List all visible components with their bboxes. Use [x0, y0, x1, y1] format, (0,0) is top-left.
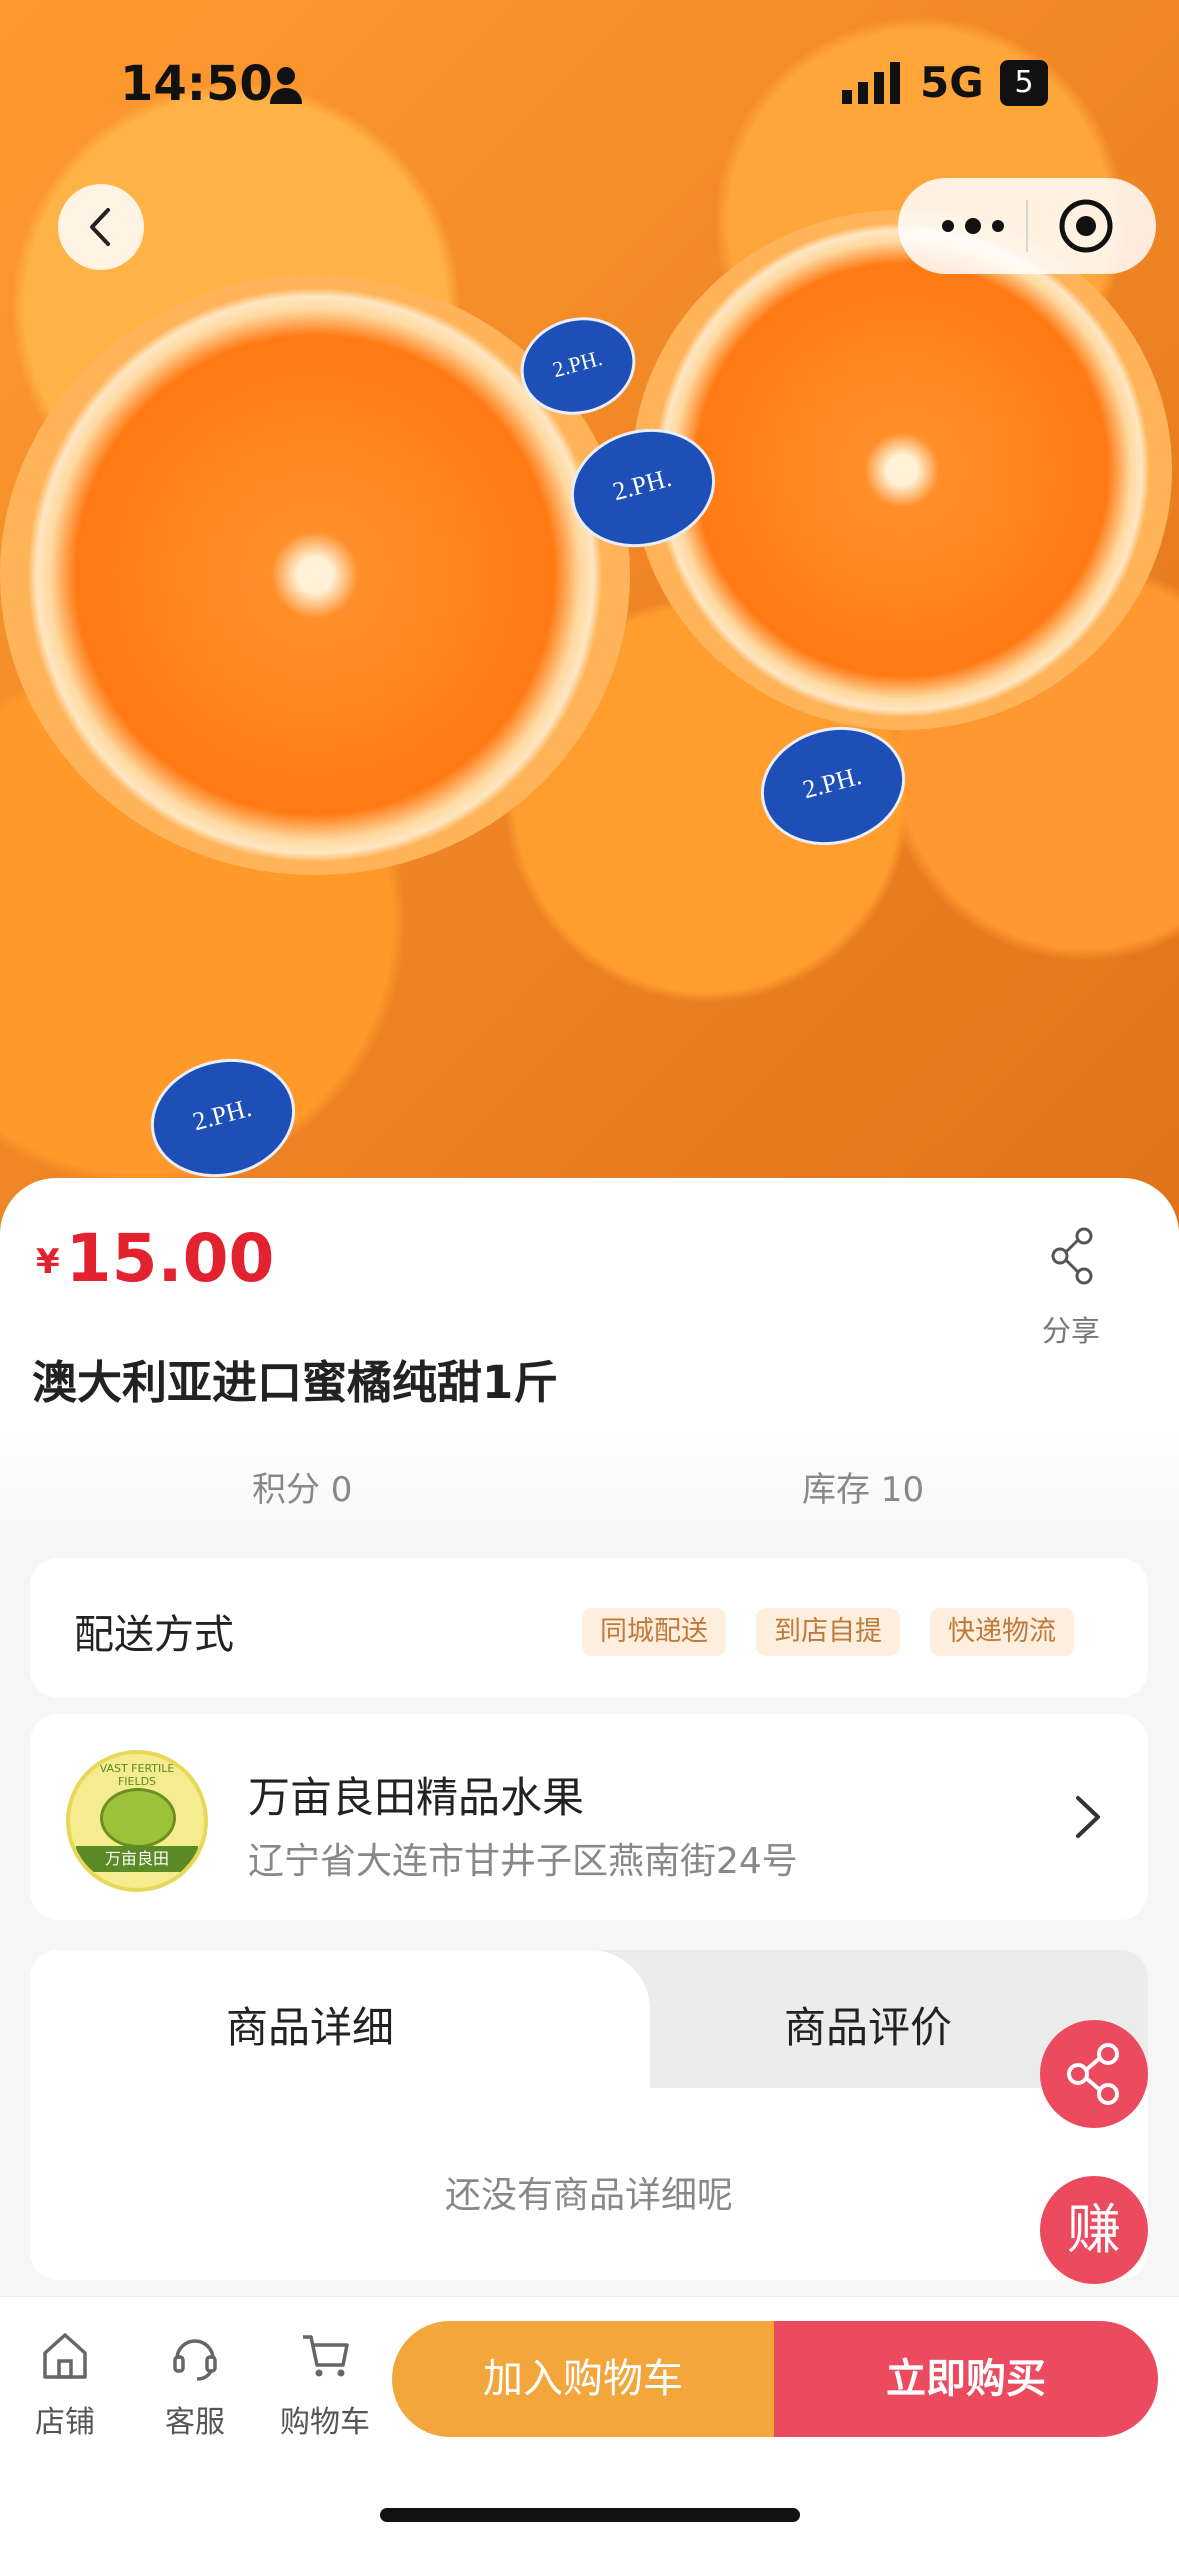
nav-service[interactable]: 客服: [140, 2327, 250, 2441]
share-label[interactable]: 分享: [1042, 1308, 1100, 1350]
nav-cart-label: 购物车: [280, 2405, 370, 2440]
product-title: 澳大利亚进口蜜橘纯甜1斤: [32, 1356, 559, 1409]
nav-cart[interactable]: 购物车: [270, 2327, 380, 2441]
home-icon: [43, 2333, 87, 2379]
person-icon: [270, 67, 302, 104]
back-button[interactable]: [58, 184, 144, 270]
floating-earn-button[interactable]: 赚: [1040, 2176, 1148, 2284]
signal-icon: [842, 62, 900, 104]
nav-service-label: 客服: [165, 2405, 225, 2440]
network-label: 5G: [920, 58, 984, 107]
store-logo-arc-text: VAST FERTILE FIELDS: [99, 1762, 175, 1788]
delivery-card: 配送方式 同城配送 到店自提 快递物流: [30, 1558, 1148, 1698]
store-card[interactable]: VAST FERTILE FIELDS 万亩良田 万亩良田精品水果 辽宁省大连市…: [30, 1714, 1148, 1920]
cart-icon: [303, 2335, 349, 2377]
store-logo: VAST FERTILE FIELDS 万亩良田: [66, 1750, 208, 1892]
headset-icon: [173, 2339, 217, 2381]
store-address: 辽宁省大连市甘井子区燕南街24号: [248, 1841, 798, 1882]
points-label: 积分 0: [252, 1470, 353, 1510]
durian-icon: [100, 1788, 176, 1848]
delivery-option-pickup[interactable]: 到店自提: [756, 1608, 900, 1656]
empty-detail-text: 还没有商品详细呢: [444, 2175, 733, 2216]
tab-reviews[interactable]: 商品评价: [784, 1994, 952, 2055]
delivery-option-local[interactable]: 同城配送: [582, 1608, 726, 1656]
close-target-icon[interactable]: [1058, 198, 1114, 254]
status-time: 14:50: [120, 56, 273, 112]
floating-share-button[interactable]: [1040, 2020, 1148, 2128]
delivery-option-express[interactable]: 快递物流: [930, 1608, 1074, 1656]
nav-store-label: 店铺: [35, 2405, 95, 2440]
chevron-left-icon: [90, 208, 110, 246]
mini-program-capsule: [898, 178, 1156, 274]
nav-store[interactable]: 店铺: [10, 2327, 120, 2441]
product-price: ¥15.00: [36, 1220, 274, 1297]
chevron-right-icon: [1076, 1796, 1100, 1838]
fruit-sticker: 2.PH.: [137, 1043, 309, 1193]
delivery-label: 配送方式: [74, 1612, 234, 1658]
buy-now-button[interactable]: 立即购买: [774, 2321, 1158, 2437]
capsule-divider: [1026, 200, 1028, 252]
share-icon: [1067, 2043, 1119, 2105]
price-value: 15.00: [65, 1220, 275, 1297]
detail-card: 商品详细 商品评价 还没有商品详细呢: [30, 1950, 1148, 2280]
stock-label: 库存 10: [802, 1470, 925, 1510]
home-indicator[interactable]: [380, 2508, 800, 2522]
store-name: 万亩良田精品水果: [248, 1773, 585, 1822]
tab-details[interactable]: 商品详细: [226, 1994, 394, 2055]
fruit-sticker: 2.PH.: [747, 711, 919, 861]
add-to-cart-button[interactable]: 加入购物车: [392, 2321, 774, 2437]
currency-symbol: ¥: [36, 1242, 60, 1282]
share-icon[interactable]: [1040, 1226, 1106, 1286]
store-logo-text: 万亩良田: [76, 1846, 198, 1872]
more-icon[interactable]: [938, 208, 1008, 244]
battery-icon: 5: [1000, 60, 1048, 106]
